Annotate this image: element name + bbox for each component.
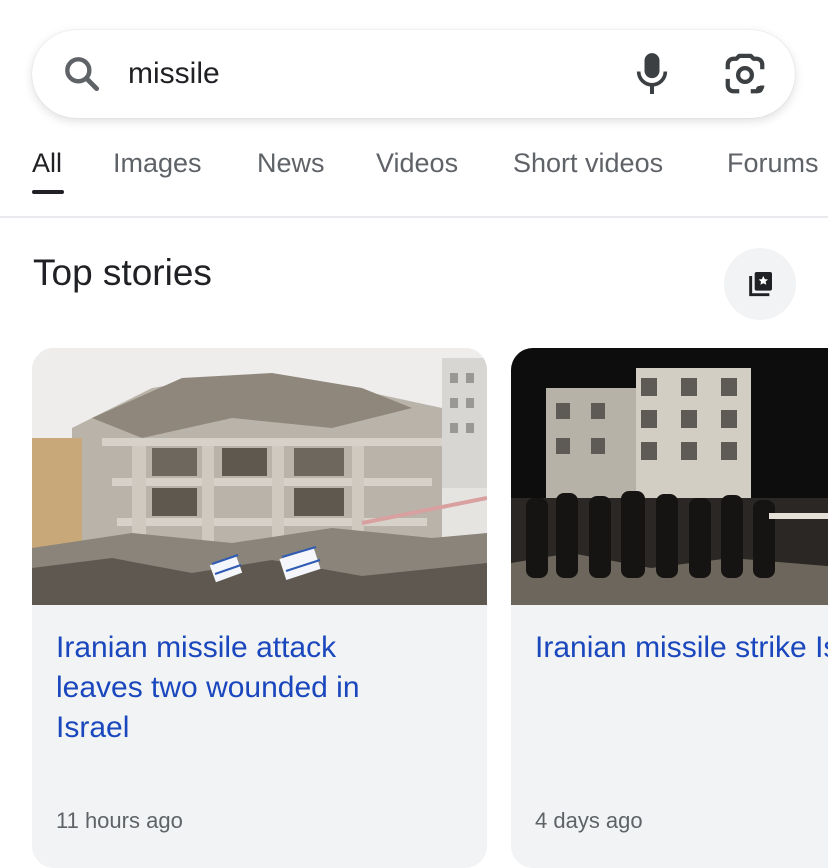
tab-news[interactable]: News	[257, 148, 325, 179]
tab-images[interactable]: Images	[113, 148, 202, 179]
microphone-icon[interactable]	[632, 50, 672, 98]
search-input[interactable]	[128, 48, 588, 100]
top-stories-heading: Top stories	[33, 252, 212, 293]
news-headline[interactable]: Iranian missile attack leaves two wounde…	[56, 628, 467, 748]
search-tabs: All Images News Videos Short videos Foru…	[0, 140, 828, 218]
news-thumbnail-night-rescue[interactable]	[511, 348, 828, 605]
news-headline[interactable]: Iranian missile strike Israeli nuclear f…	[535, 628, 828, 668]
tab-videos[interactable]: Videos	[376, 148, 458, 179]
search-bar[interactable]	[32, 30, 795, 118]
tab-all[interactable]: All	[32, 148, 62, 179]
tab-short-videos[interactable]: Short videos	[513, 148, 663, 179]
news-card[interactable]: Iranian missile strike Israeli nuclear f…	[511, 348, 828, 868]
news-timestamp: 11 hours ago	[56, 808, 183, 833]
tab-forums[interactable]: Forums	[727, 148, 819, 179]
news-timestamp: 4 days ago	[535, 808, 643, 833]
search-icon[interactable]	[60, 52, 104, 96]
stories-collection-button[interactable]	[724, 248, 796, 320]
news-thumbnail-destroyed-building[interactable]	[32, 348, 487, 605]
news-card[interactable]: Iranian missile attack leaves two wounde…	[32, 348, 487, 868]
bookmark-collection-icon	[749, 272, 772, 297]
google-lens-camera-icon[interactable]	[722, 52, 768, 98]
active-tab-indicator	[32, 190, 64, 194]
